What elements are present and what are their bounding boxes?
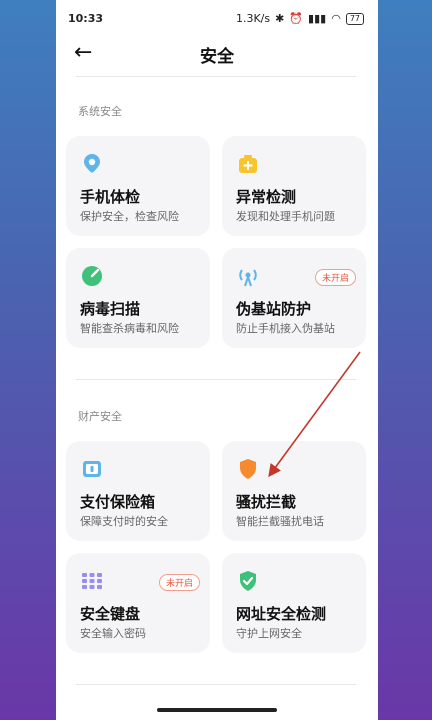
phone-screen: 10:33 1.3K/s ✱ ⏰ ▮▮▮ ◠ 77 ← 安全 系统安全 手机体检…	[56, 0, 378, 720]
card-subtitle: 防止手机接入伪基站	[236, 322, 335, 335]
card-subtitle: 守护上网安全	[236, 627, 302, 640]
wifi-icon: ◠	[331, 12, 341, 25]
status-badge: 未开启	[158, 574, 200, 591]
header: ← 安全	[56, 38, 378, 74]
medkit-icon	[239, 155, 257, 173]
card-subtitle: 保障支付时的安全	[80, 515, 168, 528]
card-title: 异常检测	[236, 188, 297, 206]
section-label-property: 财产安全	[78, 410, 122, 423]
card-title: 网址安全检测	[236, 605, 327, 623]
card-phone-checkup[interactable]: 手机体检 保护安全，检查风险	[66, 136, 210, 236]
signal-icon: ▮▮▮	[308, 12, 327, 25]
status-bar: 10:33 1.3K/s ✱ ⏰ ▮▮▮ ◠ 77	[56, 0, 378, 38]
card-title: 安全键盘	[80, 605, 141, 623]
bluetooth-icon: ✱	[275, 12, 285, 25]
card-title: 骚扰拦截	[236, 493, 297, 511]
card-fake-base-station[interactable]: 未开启 伪基站防护 防止手机接入伪基站	[222, 248, 366, 348]
card-url-safety-check[interactable]: 网址安全检测 守护上网安全	[222, 553, 366, 653]
card-title: 手机体检	[80, 188, 141, 206]
net-speed: 1.3K/s	[235, 12, 271, 25]
status-badge: 未开启	[314, 269, 356, 286]
card-secure-keyboard[interactable]: 未开启 安全键盘 安全输入密码	[66, 553, 210, 653]
page-title: 安全	[200, 47, 234, 67]
card-title: 伪基站防护	[236, 300, 312, 318]
divider	[76, 379, 356, 380]
card-subtitle: 智能拦截骚扰电话	[236, 515, 324, 528]
shield-icon	[240, 459, 256, 479]
battery-icon: 77	[345, 12, 364, 25]
divider	[76, 684, 356, 685]
scan-gauge-icon	[82, 266, 102, 286]
card-virus-scan[interactable]: 病毒扫描 智能查杀病毒和风险	[66, 248, 210, 348]
shield-check-icon	[240, 571, 256, 591]
status-time: 10:33	[68, 12, 104, 25]
card-subtitle: 保护安全，检查风险	[80, 210, 179, 223]
card-subtitle: 安全输入密码	[80, 627, 146, 640]
card-harassment-block[interactable]: 骚扰拦截 智能拦截骚扰电话	[222, 441, 366, 541]
safe-box-icon	[83, 461, 101, 477]
card-subtitle: 发现和处理手机问题	[236, 210, 335, 223]
card-payment-safe[interactable]: 支付保险箱 保障支付时的安全	[66, 441, 210, 541]
card-anomaly-detection[interactable]: 异常检测 发现和处理手机问题	[222, 136, 366, 236]
card-title: 病毒扫描	[80, 300, 141, 318]
location-pin-icon	[84, 154, 100, 173]
card-subtitle: 智能查杀病毒和风险	[80, 322, 179, 335]
section-label-system: 系统安全	[78, 105, 122, 118]
tower-signal-icon	[239, 269, 257, 287]
status-icons: 1.3K/s ✱ ⏰ ▮▮▮ ◠ 77	[236, 12, 364, 25]
home-indicator[interactable]	[157, 708, 277, 712]
alarm-icon: ⏰	[289, 12, 304, 25]
divider	[76, 76, 356, 77]
card-title: 支付保险箱	[80, 493, 156, 511]
keyboard-icon	[82, 573, 102, 589]
